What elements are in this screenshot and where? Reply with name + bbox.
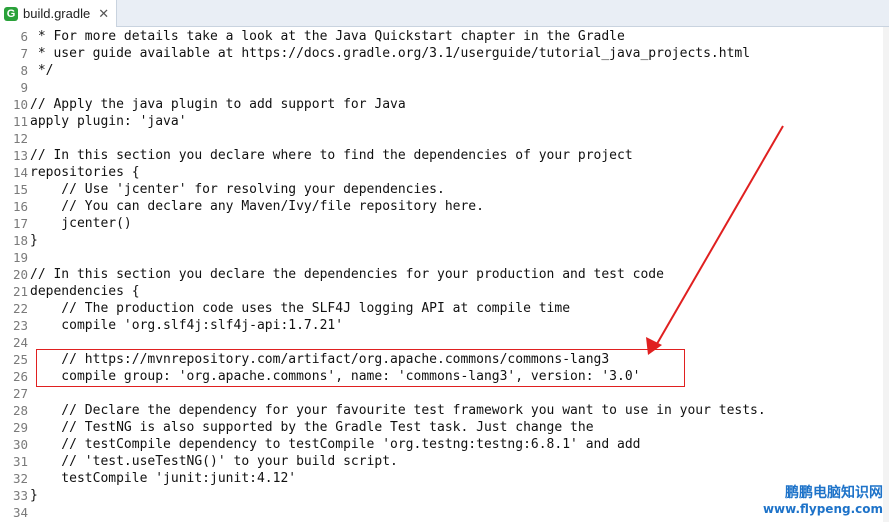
watermark-title: 鹏鹏电脑知识网: [785, 485, 883, 501]
code-line[interactable]: 8 */: [0, 62, 883, 79]
code-text: // In this section you declare where to …: [30, 148, 633, 163]
line-number: 18: [12, 233, 28, 248]
line-number: 23: [12, 318, 28, 333]
line-number: 6: [20, 29, 28, 44]
code-text: // TestNG is also supported by the Gradl…: [30, 420, 594, 435]
line-number: 24: [12, 335, 28, 350]
code-line[interactable]: 34: [0, 504, 883, 521]
code-line[interactable]: 30 // testCompile dependency to testComp…: [0, 436, 883, 453]
code-line[interactable]: 12: [0, 130, 883, 147]
watermark: 鹏鹏电脑知识网 www.flypeng.com: [763, 482, 883, 516]
code-line[interactable]: 11 apply plugin: 'java': [0, 113, 883, 130]
code-text: // The production code uses the SLF4J lo…: [30, 301, 571, 316]
code-text: */: [30, 63, 54, 78]
line-number: 22: [12, 301, 28, 316]
code-text: // testCompile dependency to testCompile…: [30, 437, 641, 452]
code-text: * For more details take a look at the Ja…: [30, 29, 625, 44]
code-line[interactable]: 18}: [0, 232, 883, 249]
code-text: testCompile 'junit:junit:4.12': [30, 471, 297, 486]
code-text: apply plugin: 'java': [30, 114, 187, 129]
code-line[interactable]: 7 * user guide available at https://docs…: [0, 45, 883, 62]
line-number: 19: [12, 250, 28, 265]
code-line[interactable]: 31 // 'test.useTestNG()' to your build s…: [0, 453, 883, 470]
code-text: // Apply the java plugin to add support …: [30, 97, 406, 112]
code-text: compile 'org.slf4j:slf4j-api:1.7.21': [30, 318, 344, 333]
code-text: }: [30, 488, 38, 503]
line-number: 17: [12, 216, 28, 231]
code-line[interactable]: 19: [0, 249, 883, 266]
line-number: 7: [20, 46, 28, 61]
code-line[interactable]: 6 * For more details take a look at the …: [0, 28, 883, 45]
line-number: 9: [20, 80, 28, 95]
code-line[interactable]: 9: [0, 79, 883, 96]
close-icon[interactable]: ✕: [98, 6, 109, 22]
code-line[interactable]: 10// Apply the java plugin to add suppor…: [0, 96, 883, 113]
code-line[interactable]: 27: [0, 385, 883, 402]
vertical-scrollbar[interactable]: [883, 27, 889, 522]
gradle-icon: G: [4, 6, 18, 21]
line-number: 26: [12, 369, 28, 384]
line-number: 31: [12, 454, 28, 469]
code-text: // Declare the dependency for your favou…: [30, 403, 766, 418]
code-text: * user guide available at https://docs.g…: [30, 46, 751, 61]
code-line[interactable]: 28 // Declare the dependency for your fa…: [0, 402, 883, 419]
code-text: // You can declare any Maven/Ivy/file re…: [30, 199, 484, 214]
code-line[interactable]: 20// In this section you declare the dep…: [0, 266, 883, 283]
line-number: 29: [12, 420, 28, 435]
code-line[interactable]: 22 // The production code uses the SLF4J…: [0, 300, 883, 317]
line-number: 32: [12, 471, 28, 486]
line-number: 25: [12, 352, 28, 367]
code-line[interactable]: 32 testCompile 'junit:junit:4.12': [0, 470, 883, 487]
line-number: 16: [12, 199, 28, 214]
line-number: 20: [12, 267, 28, 282]
line-number: 33: [12, 488, 28, 503]
code-line[interactable]: 15 // Use 'jcenter' for resolving your d…: [0, 181, 883, 198]
line-number: 10: [12, 97, 28, 112]
code-text: // Use 'jcenter' for resolving your depe…: [30, 182, 445, 197]
line-number: 13: [12, 148, 28, 163]
line-number: 15: [12, 182, 28, 197]
line-number: 28: [12, 403, 28, 418]
code-text: // In this section you declare the depen…: [30, 267, 664, 282]
tab-build-gradle[interactable]: G build.gradle ✕: [0, 0, 117, 27]
code-text: jcenter(): [30, 216, 132, 231]
line-number: 11: [12, 114, 28, 129]
code-text: // 'test.useTestNG()' to your build scri…: [30, 454, 398, 469]
code-editor[interactable]: 6 * For more details take a look at the …: [0, 28, 883, 522]
highlight-box: [36, 349, 685, 387]
code-line[interactable]: 13// In this section you declare where t…: [0, 147, 883, 164]
watermark-url: www.flypeng.com: [762, 502, 883, 516]
line-number: 21: [12, 284, 28, 299]
line-number: 14: [12, 165, 28, 180]
line-number: 8: [20, 63, 28, 78]
line-number: 12: [12, 131, 28, 146]
code-text: repositories {: [30, 165, 140, 180]
code-line[interactable]: 33}: [0, 487, 883, 504]
code-line[interactable]: 21 dependencies {: [0, 283, 883, 300]
editor-tab-bar: G build.gradle ✕: [0, 0, 889, 27]
tab-title: build.gradle: [23, 6, 91, 21]
code-line[interactable]: 16 // You can declare any Maven/Ivy/file…: [0, 198, 883, 215]
code-text: dependencies {: [30, 284, 140, 299]
code-line[interactable]: 14 repositories {: [0, 164, 883, 181]
code-text: }: [30, 233, 38, 248]
code-line[interactable]: 23 compile 'org.slf4j:slf4j-api:1.7.21': [0, 317, 883, 334]
code-line[interactable]: 17 jcenter(): [0, 215, 883, 232]
code-line[interactable]: 29 // TestNG is also supported by the Gr…: [0, 419, 883, 436]
line-number: 34: [12, 505, 28, 520]
line-number: 27: [12, 386, 28, 401]
line-number: 30: [12, 437, 28, 452]
